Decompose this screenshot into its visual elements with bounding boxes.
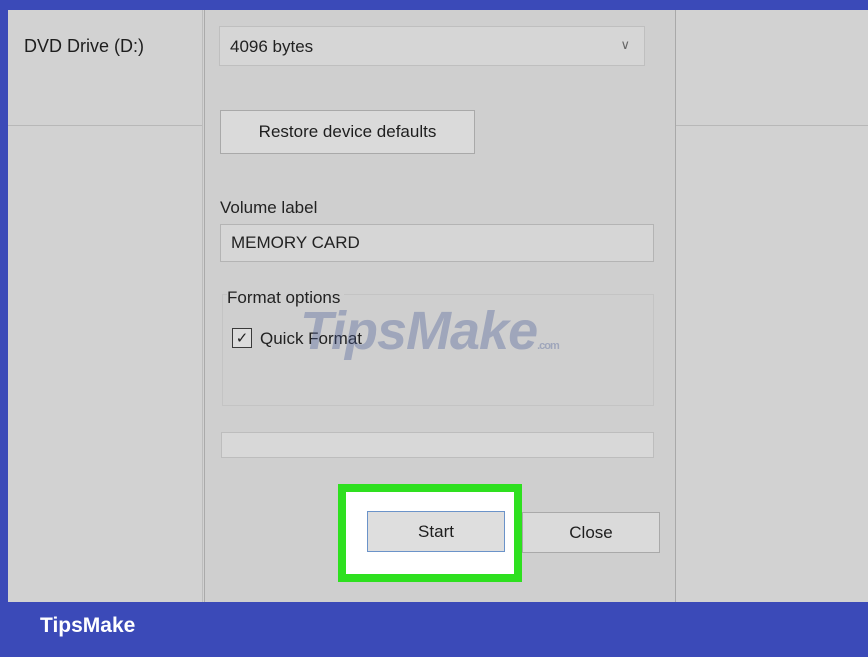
- watermark-suffix: .com: [537, 340, 560, 352]
- format-progress-bar: [221, 432, 654, 458]
- start-button[interactable]: Start: [367, 511, 505, 552]
- watermark: TipsMake.com: [300, 300, 560, 362]
- drive-list-panel: DVD Drive (D:): [8, 10, 203, 602]
- allocation-unit-value: 4096 bytes: [230, 37, 314, 56]
- divider: [8, 125, 202, 126]
- volume-label-input[interactable]: [220, 224, 654, 262]
- brand-logo-text: TipsMake: [40, 614, 136, 637]
- format-dialog: 4096 bytes ∨ Restore device defaults Vol…: [204, 10, 675, 602]
- chevron-down-icon: ∨: [620, 37, 630, 52]
- restore-defaults-button[interactable]: Restore device defaults: [220, 110, 475, 154]
- checkmark-icon: ✓: [235, 329, 249, 347]
- drive-item-dvd[interactable]: DVD Drive (D:): [24, 36, 144, 57]
- close-button[interactable]: Close: [522, 512, 660, 553]
- watermark-text: TipsMake: [300, 301, 538, 361]
- screenshot-frame: DVD Drive (D:) 4096 bytes ∨ Restore devi…: [8, 10, 868, 602]
- quick-format-checkbox[interactable]: ✓: [232, 328, 252, 348]
- right-panel: [675, 10, 868, 602]
- divider: [676, 125, 868, 126]
- volume-label-caption: Volume label: [220, 198, 318, 217]
- brand-footer: TipsMake: [0, 602, 868, 657]
- allocation-unit-select[interactable]: 4096 bytes ∨: [219, 26, 645, 66]
